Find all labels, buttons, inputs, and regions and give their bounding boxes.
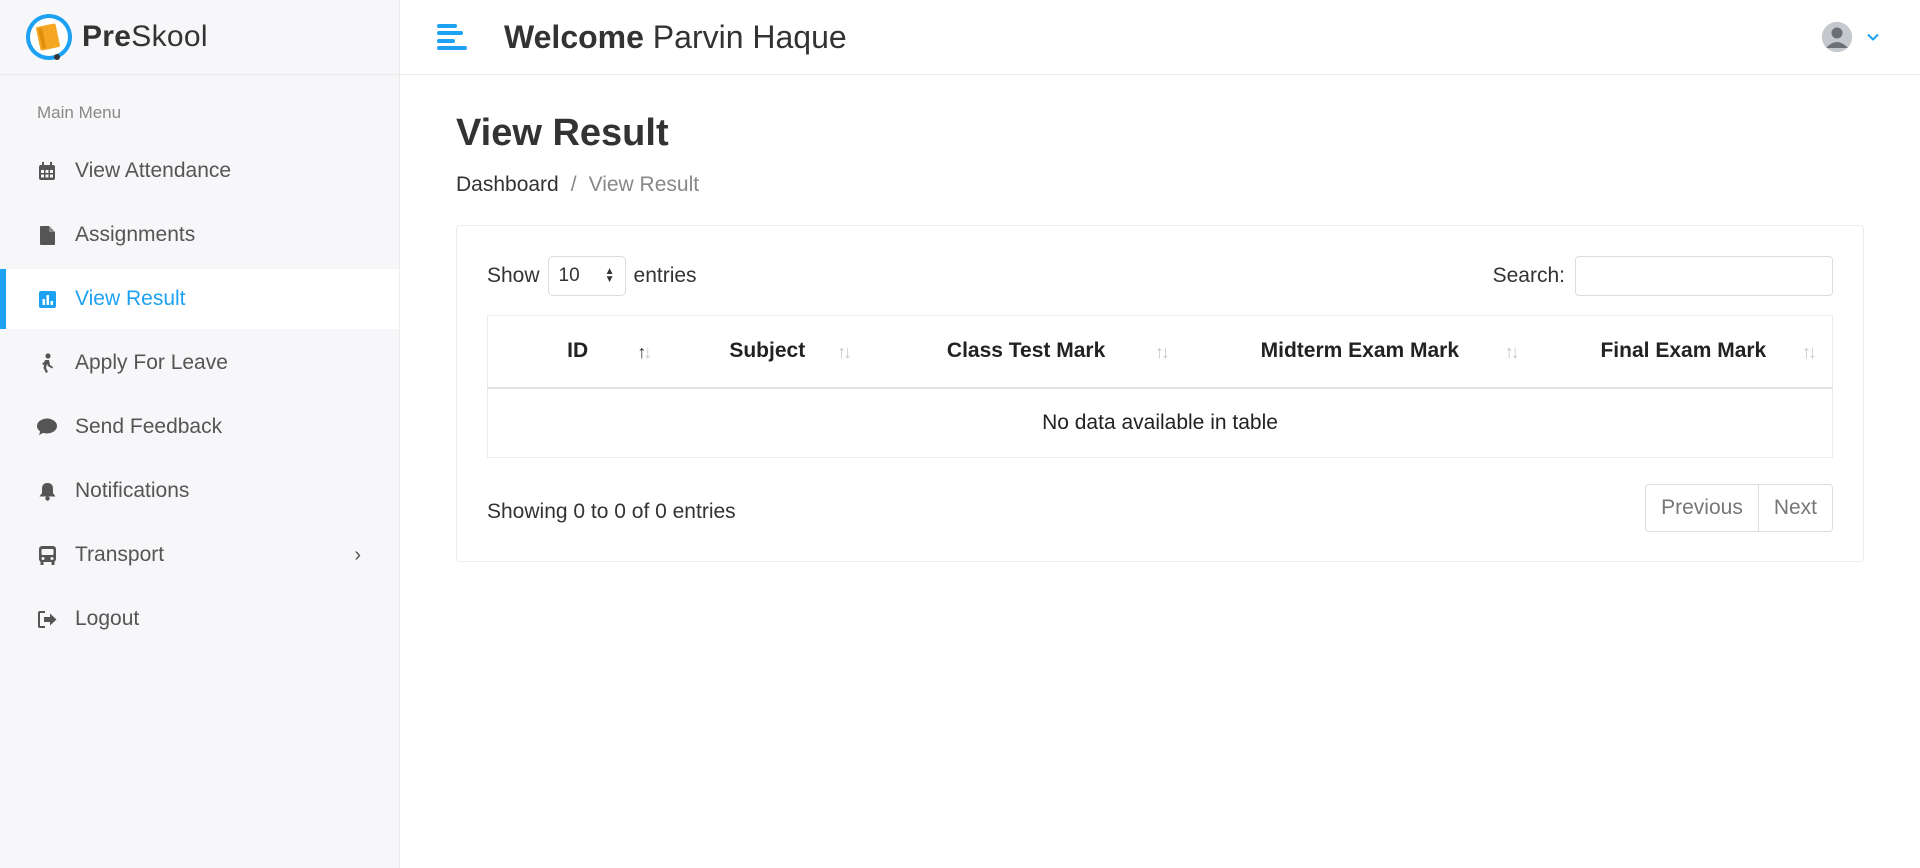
column-header-final-exam-mark[interactable]: Final Exam Mark ↑↓ bbox=[1534, 315, 1833, 389]
table-controls: Show 10 ▲ ▼ entries Search: bbox=[487, 256, 1833, 296]
user-menu[interactable] bbox=[1822, 22, 1880, 52]
bus-icon bbox=[37, 545, 57, 565]
show-label: Show bbox=[487, 264, 540, 287]
logo[interactable]: PreSkool bbox=[0, 0, 399, 75]
sidebar-item-label: View Result bbox=[75, 287, 186, 310]
sidebar-item-label: Assignments bbox=[75, 223, 196, 246]
column-header-id[interactable]: ID ↑↓ bbox=[487, 315, 668, 389]
menu-toggle-icon[interactable] bbox=[437, 22, 467, 52]
logo-text: PreSkool bbox=[82, 20, 208, 53]
avatar[interactable] bbox=[1822, 22, 1852, 52]
bell-icon bbox=[37, 481, 57, 501]
column-header-midterm-exam-mark[interactable]: Midterm Exam Mark ↑↓ bbox=[1184, 315, 1535, 389]
sidebar-item-view-attendance[interactable]: View Attendance bbox=[0, 141, 399, 201]
sort-icon: ↑↓ bbox=[837, 342, 852, 362]
results-card: Show 10 ▲ ▼ entries Search: ID ↑↓ Subjec… bbox=[456, 225, 1864, 562]
chevron-down-icon[interactable] bbox=[1866, 30, 1880, 44]
table-footer: Showing 0 to 0 of 0 entries Previous Nex… bbox=[487, 484, 1833, 532]
bar-chart-icon bbox=[37, 289, 57, 309]
sidebar-item-label: View Attendance bbox=[75, 159, 232, 182]
sidebar-item-notifications[interactable]: Notifications bbox=[0, 461, 399, 521]
select-arrows-icon: ▲ ▼ bbox=[604, 266, 615, 285]
empty-table-message: No data available in table bbox=[1042, 410, 1278, 434]
calendar-icon bbox=[37, 161, 57, 181]
entries-select-value: 10 bbox=[558, 265, 580, 286]
sidebar-item-label: Logout bbox=[75, 607, 140, 630]
chevron-right-icon[interactable]: › bbox=[354, 544, 361, 567]
column-header-subject[interactable]: Subject ↑↓ bbox=[667, 315, 868, 389]
comment-icon bbox=[37, 417, 57, 437]
sidebar-item-apply-for-leave[interactable]: Apply For Leave bbox=[0, 333, 399, 393]
sidebar-item-transport[interactable]: Transport › bbox=[0, 525, 399, 585]
search-control: Search: bbox=[1493, 256, 1833, 296]
menu-section-title: Main Menu bbox=[37, 103, 122, 122]
sign-out-icon bbox=[37, 609, 57, 629]
logo-icon bbox=[24, 12, 74, 62]
sort-icon: ↑↓ bbox=[1504, 342, 1520, 362]
pagination: Previous Next bbox=[1645, 484, 1833, 532]
breadcrumb-separator: / bbox=[570, 173, 577, 196]
table-header-row: ID ↑↓ Subject ↑↓ Class Test Mark ↑↓ Midt… bbox=[487, 315, 1833, 389]
entries-length-control: Show 10 ▲ ▼ entries bbox=[487, 256, 697, 296]
search-input[interactable] bbox=[1575, 256, 1833, 296]
breadcrumb-dashboard-link[interactable]: Dashboard bbox=[456, 173, 559, 197]
person-walk-icon bbox=[37, 353, 57, 373]
file-icon bbox=[37, 225, 57, 245]
sidebar-item-assignments[interactable]: Assignments bbox=[0, 205, 399, 265]
sidebar-item-label: Apply For Leave bbox=[75, 351, 228, 374]
sort-ascending-icon: ↑↓ bbox=[637, 342, 652, 362]
results-table: ID ↑↓ Subject ↑↓ Class Test Mark ↑↓ Midt… bbox=[487, 315, 1833, 458]
user-name: Parvin Haque bbox=[652, 18, 847, 55]
sidebar-item-label: Send Feedback bbox=[75, 415, 223, 438]
welcome-message: Welcome Parvin Haque bbox=[504, 18, 847, 55]
search-label: Search: bbox=[1492, 264, 1565, 287]
sort-icon: ↑↓ bbox=[1802, 342, 1817, 362]
sidebar-item-view-result[interactable]: View Result bbox=[0, 269, 399, 329]
sidebar-item-label: Notifications bbox=[75, 479, 190, 502]
previous-button[interactable]: Previous bbox=[1646, 485, 1758, 531]
column-header-class-test-mark[interactable]: Class Test Mark ↑↓ bbox=[867, 315, 1185, 389]
next-button[interactable]: Next bbox=[1757, 485, 1832, 531]
entries-select[interactable]: 10 ▲ ▼ bbox=[547, 256, 626, 296]
breadcrumb-current: View Result bbox=[588, 173, 700, 196]
sidebar-item-send-feedback[interactable]: Send Feedback bbox=[0, 397, 399, 457]
sidebar: PreSkool Main Menu View Attendance Assig… bbox=[0, 0, 400, 868]
breadcrumb: Dashboard / View Result bbox=[456, 173, 1866, 197]
table-row: No data available in table bbox=[488, 388, 1833, 458]
sort-icon: ↑↓ bbox=[1154, 342, 1170, 362]
table-info: Showing 0 to 0 of 0 entries bbox=[487, 500, 736, 523]
sidebar-item-label: Transport bbox=[75, 543, 165, 566]
top-header: Welcome Parvin Haque bbox=[400, 0, 1920, 75]
page-title: View Result bbox=[456, 112, 669, 154]
entries-label: entries bbox=[633, 264, 697, 287]
sidebar-item-logout[interactable]: Logout bbox=[0, 589, 399, 649]
main-content: View Result Dashboard / View Result Show… bbox=[456, 75, 1866, 562]
